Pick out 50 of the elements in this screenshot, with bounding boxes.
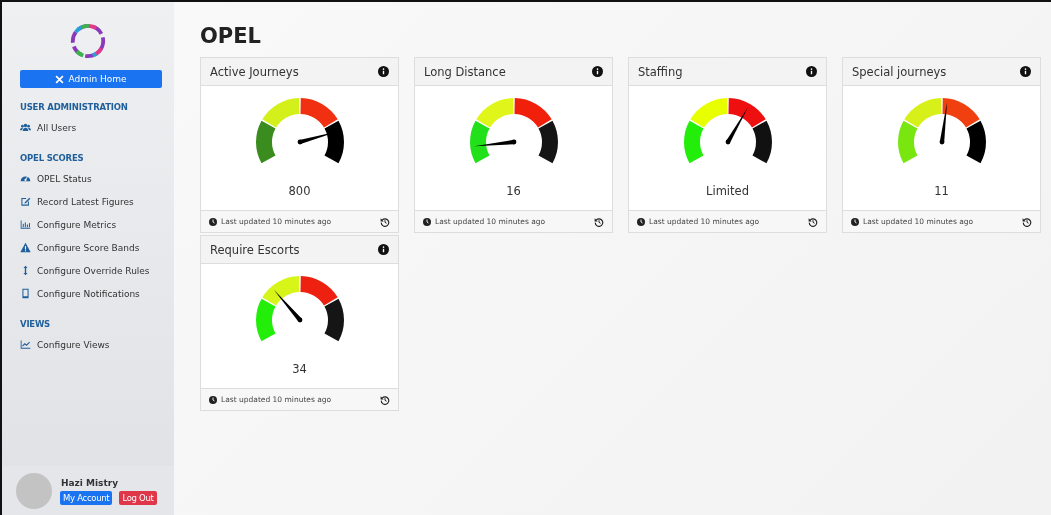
users-icon bbox=[20, 122, 31, 133]
nav-item[interactable]: Configure Override Rules bbox=[20, 259, 174, 282]
clock-icon bbox=[851, 217, 859, 226]
phone-icon bbox=[20, 288, 31, 299]
clock-icon bbox=[209, 395, 217, 404]
page-title: OPEL bbox=[200, 24, 262, 48]
gauge-value: 800 bbox=[288, 184, 311, 198]
info-icon[interactable] bbox=[378, 66, 389, 77]
clock-icon bbox=[423, 217, 431, 226]
gauge-value: 16 bbox=[506, 184, 521, 198]
clock-icon bbox=[209, 217, 217, 226]
logo bbox=[69, 22, 107, 60]
section-heading: OPEL SCORES bbox=[20, 153, 85, 163]
user-name: Hazi Mistry bbox=[61, 477, 120, 488]
info-icon[interactable] bbox=[378, 244, 389, 255]
card-title: Active Journeys bbox=[210, 64, 299, 79]
gauge-value: 34 bbox=[292, 362, 307, 376]
card-title: Require Escorts bbox=[210, 242, 300, 257]
nav-item[interactable]: Configure Notifications bbox=[20, 282, 174, 305]
nav-item[interactable]: OPEL Status bbox=[20, 167, 174, 190]
section-heading: VIEWS bbox=[20, 319, 52, 329]
info-icon[interactable] bbox=[592, 66, 603, 77]
warning-icon bbox=[20, 242, 31, 253]
edit-icon bbox=[20, 196, 31, 207]
history-icon[interactable] bbox=[1022, 216, 1032, 227]
nav-item[interactable]: All Users bbox=[20, 116, 174, 139]
nav-item[interactable]: Configure Views bbox=[20, 333, 174, 356]
chart-icon bbox=[20, 339, 31, 350]
history-icon[interactable] bbox=[594, 216, 604, 227]
avatar bbox=[16, 473, 52, 509]
gauge-value: Limited bbox=[706, 184, 749, 198]
bars-icon bbox=[20, 219, 31, 230]
log-out-button[interactable]: Log Out bbox=[119, 490, 157, 505]
history-icon[interactable] bbox=[380, 216, 390, 227]
history-icon[interactable] bbox=[808, 216, 818, 227]
gauge-icon bbox=[20, 173, 31, 184]
nav-item[interactable]: Record Latest Figures bbox=[20, 190, 174, 213]
info-icon[interactable] bbox=[1020, 66, 1031, 77]
clock-icon bbox=[637, 217, 645, 226]
nav-item[interactable]: Configure Score Bands bbox=[20, 236, 174, 259]
section-heading: USER ADMINISTRATION bbox=[20, 102, 129, 112]
gauge-value: 11 bbox=[934, 184, 949, 198]
nav-item[interactable]: Configure Metrics bbox=[20, 213, 174, 236]
info-icon[interactable] bbox=[806, 66, 817, 77]
my-account-button[interactable]: My Account bbox=[60, 490, 113, 505]
card-title: Special journeys bbox=[852, 64, 947, 79]
admin-home-button[interactable]: Admin Home bbox=[20, 70, 162, 88]
card-title: Long Distance bbox=[424, 64, 506, 79]
history-icon[interactable] bbox=[380, 394, 390, 405]
card-title: Staffing bbox=[638, 64, 683, 79]
